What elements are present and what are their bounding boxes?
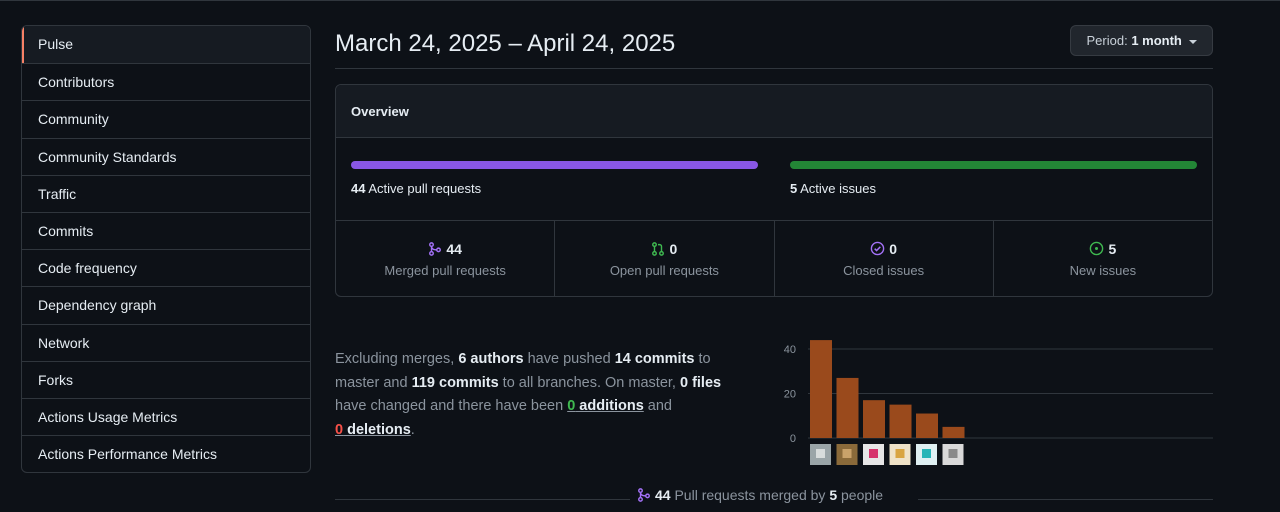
active-pull-requests-link[interactable]: 44 Active pull requests xyxy=(351,181,481,196)
sidebar-item-contributors[interactable]: Contributors xyxy=(22,63,310,100)
commit-summary: Excluding merges, 6 authors have pushed … xyxy=(335,348,755,442)
commits-by-author-chart: 0 20 40 xyxy=(784,340,1213,465)
insights-sidebar: Pulse Contributors Community Community S… xyxy=(21,25,311,474)
merged-pull-requests-heading: 44 Pull requests merged by 5 people xyxy=(637,487,883,503)
merged-count: 44 xyxy=(655,487,671,503)
chart-bar-author-4[interactable] xyxy=(889,404,912,438)
stat-open-pull-requests[interactable]: 0 Open pull requests xyxy=(554,221,773,296)
overview-title: Overview xyxy=(336,85,1212,138)
footer-divider-left xyxy=(335,499,630,500)
overview-stats-row: 44 Merged pull requests 0 Open pull requ… xyxy=(336,221,1212,296)
active-pull-requests-count: 44 xyxy=(351,181,366,196)
additions-link[interactable]: 0 additions xyxy=(567,398,644,414)
deletions-word: deletions xyxy=(343,421,411,438)
new-issues-label: New issues xyxy=(1069,263,1137,278)
commits-link[interactable]: 14 commits xyxy=(615,351,695,367)
footer-divider-right xyxy=(918,499,1213,500)
sidebar-item-commits[interactable]: Commits xyxy=(22,211,310,249)
git-pull-request-icon xyxy=(652,242,665,256)
stat-new-issues[interactable]: 5 New issues xyxy=(992,221,1212,296)
active-pull-requests-label: Active pull requests xyxy=(368,181,482,196)
header-divider xyxy=(335,68,1213,69)
active-issues-bar[interactable] xyxy=(790,161,1197,169)
sidebar-item-forks[interactable]: Forks xyxy=(22,360,310,398)
author-avatar[interactable] xyxy=(942,444,964,465)
y-tick-label: 20 xyxy=(784,389,796,401)
deletions-count: 0 xyxy=(335,421,344,438)
summary-text: and xyxy=(643,398,672,415)
all-commits-link[interactable]: 119 commits xyxy=(412,375,499,391)
active-issues-link[interactable]: 5 Active issues xyxy=(790,181,876,196)
additions-word: additions xyxy=(575,398,644,415)
closed-issues-count: 0 xyxy=(889,241,898,257)
overview-panel: Overview 44 Active pull requests 5 Activ… xyxy=(335,84,1213,297)
author-avatar[interactable] xyxy=(889,444,911,465)
files-count: 0 files xyxy=(679,374,722,391)
chart-bar-author-2[interactable] xyxy=(836,377,859,438)
sidebar-item-community[interactable]: Community xyxy=(22,100,310,137)
top-border xyxy=(0,0,1280,1)
period-value: 1 month xyxy=(1131,33,1182,48)
sidebar-item-actions-performance-metrics[interactable]: Actions Performance Metrics xyxy=(22,435,310,472)
sidebar-item-dependency-graph[interactable]: Dependency graph xyxy=(22,286,310,323)
y-tick-label: 40 xyxy=(784,344,796,356)
chart-bar-author-6[interactable] xyxy=(942,426,965,438)
author-avatar[interactable] xyxy=(916,444,937,465)
summary-text: to all branches. On master, xyxy=(498,374,680,391)
period-dropdown-button[interactable]: Period: 1 month xyxy=(1070,25,1213,56)
people-count: 5 xyxy=(829,487,838,503)
active-issues-label: Active issues xyxy=(800,181,877,196)
page-title-date-range: March 24, 2025 – April 24, 2025 xyxy=(335,30,676,57)
stat-closed-issues[interactable]: 0 Closed issues xyxy=(773,221,993,296)
issue-opened-icon xyxy=(1090,241,1104,256)
active-pull-requests-bar[interactable] xyxy=(351,161,758,169)
sidebar-item-network[interactable]: Network xyxy=(22,323,310,361)
people-word: people xyxy=(837,487,884,503)
summary-text: have changed and there have been xyxy=(335,398,568,415)
merged-pull-requests-label: Merged pull requests xyxy=(384,263,506,278)
author-avatar[interactable] xyxy=(863,444,884,465)
chart-bar-author-5[interactable] xyxy=(916,413,938,438)
summary-text: Excluding merges, xyxy=(335,351,459,367)
period-prefix: Period: xyxy=(1086,33,1128,48)
sidebar-item-code-frequency[interactable]: Code frequency xyxy=(22,249,310,286)
active-issues-count: 5 xyxy=(790,181,798,196)
summary-text: have pushed xyxy=(523,351,615,367)
open-pull-requests-count: 0 xyxy=(669,241,678,257)
deletions-link[interactable]: 0 deletions xyxy=(335,422,411,438)
merged-text: Pull requests merged by xyxy=(670,487,830,503)
issue-closed-icon xyxy=(870,241,885,256)
sidebar-item-community-standards[interactable]: Community Standards xyxy=(22,137,310,175)
sidebar-item-pulse[interactable]: Pulse xyxy=(22,26,310,64)
sidebar-item-traffic[interactable]: Traffic xyxy=(22,174,310,212)
author-avatar[interactable] xyxy=(836,444,858,465)
git-merge-icon xyxy=(638,488,650,502)
caret-down-icon xyxy=(1188,39,1197,44)
chart-bar-author-3[interactable] xyxy=(863,400,885,438)
new-issues-count: 5 xyxy=(1108,241,1117,257)
overview-progress-section: 44 Active pull requests 5 Active issues xyxy=(336,138,1212,221)
open-pull-requests-label: Open pull requests xyxy=(609,263,719,278)
y-tick-label: 0 xyxy=(790,433,796,445)
git-merge-icon xyxy=(429,242,442,256)
authors-link[interactable]: 6 authors xyxy=(458,351,523,367)
chart-bar-author-1[interactable] xyxy=(810,340,832,438)
merged-pull-requests-count: 44 xyxy=(446,241,462,257)
closed-issues-label: Closed issues xyxy=(843,263,925,278)
stat-merged-pull-requests[interactable]: 44 Merged pull requests xyxy=(336,221,554,296)
sidebar-item-actions-usage-metrics[interactable]: Actions Usage Metrics xyxy=(22,397,310,435)
summary-text: . xyxy=(410,421,415,438)
author-avatar[interactable] xyxy=(810,444,831,465)
